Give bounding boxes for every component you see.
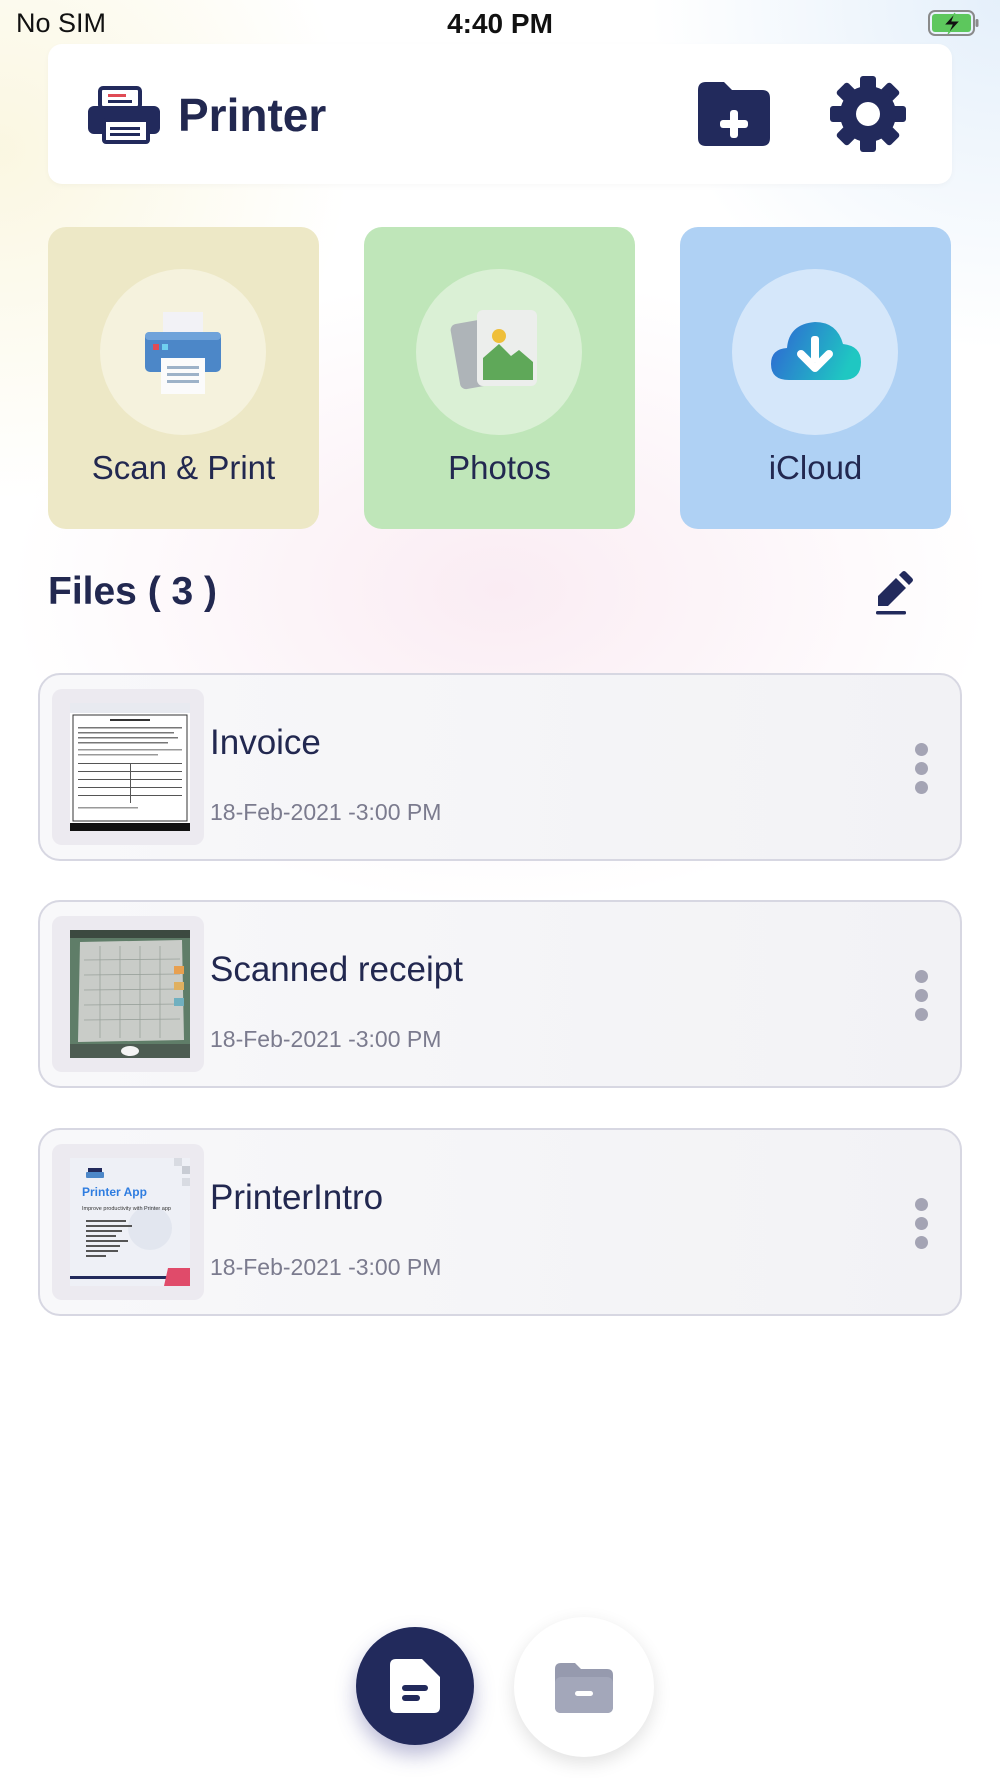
cloud-download-icon [771,322,861,380]
battery-charging-icon [928,10,979,36]
status-time: 4:40 PM [447,8,553,39]
file-name: Scanned receipt [210,950,463,989]
icloud-label: iCloud [768,449,863,486]
add-folder-button[interactable] [694,76,774,156]
printer-intro-thumbnail: Printer App Improve productivity with Pr… [70,1158,190,1286]
folder-plus-icon [698,82,770,146]
file-date: 18-Feb-2021 -3:00 PM [210,799,442,825]
app-title: Printer [178,89,327,141]
printer-logo-icon [88,86,160,144]
gear-icon [830,76,906,152]
edit-files-button[interactable] [866,568,918,620]
file-date: 18-Feb-2021 -3:00 PM [210,1026,442,1052]
more-options-button[interactable] [910,743,932,799]
folders-tab[interactable] [514,1617,654,1757]
more-options-button[interactable] [910,970,932,1026]
icloud-icon-circle [732,269,898,435]
photos-tile[interactable]: Photos [364,227,635,529]
invoice-document-thumbnail [70,703,190,831]
photos-icon [450,310,537,390]
photos-label: Photos [448,449,551,486]
file-name: PrinterIntro [210,1178,384,1217]
documents-tab[interactable] [356,1627,474,1745]
receipt-photo-thumbnail [70,930,190,1058]
settings-button[interactable] [828,74,908,154]
printer-icon [145,312,221,394]
scan-print-tile[interactable]: Scan & Print [48,227,319,529]
file-item[interactable]: Scanned receipt 18-Feb-2021 -3:00 PM [38,900,962,1088]
files-section-title: Files ( 3 ) [48,570,218,613]
scan-print-label: Scan & Print [91,449,276,486]
file-name: Invoice [210,723,321,762]
thumb-subtitle: Improve productivity with Printer app [82,1206,171,1212]
file-thumbnail: Printer App Improve productivity with Pr… [52,1144,204,1300]
more-options-button[interactable] [910,1198,932,1254]
file-item[interactable]: Printer App Improve productivity with Pr… [38,1128,962,1316]
folder-icon [555,1663,613,1713]
file-item[interactable]: Invoice 18-Feb-2021 -3:00 PM [38,673,962,861]
icloud-tile[interactable]: iCloud [680,227,951,529]
file-thumbnail [52,689,204,845]
document-icon [390,1659,440,1713]
thumb-title: Printer App [82,1185,147,1199]
pencil-icon [876,571,913,615]
photos-icon-circle [416,269,582,435]
file-date: 18-Feb-2021 -3:00 PM [210,1254,442,1280]
scan-print-icon-circle [100,269,266,435]
file-thumbnail [52,916,204,1072]
